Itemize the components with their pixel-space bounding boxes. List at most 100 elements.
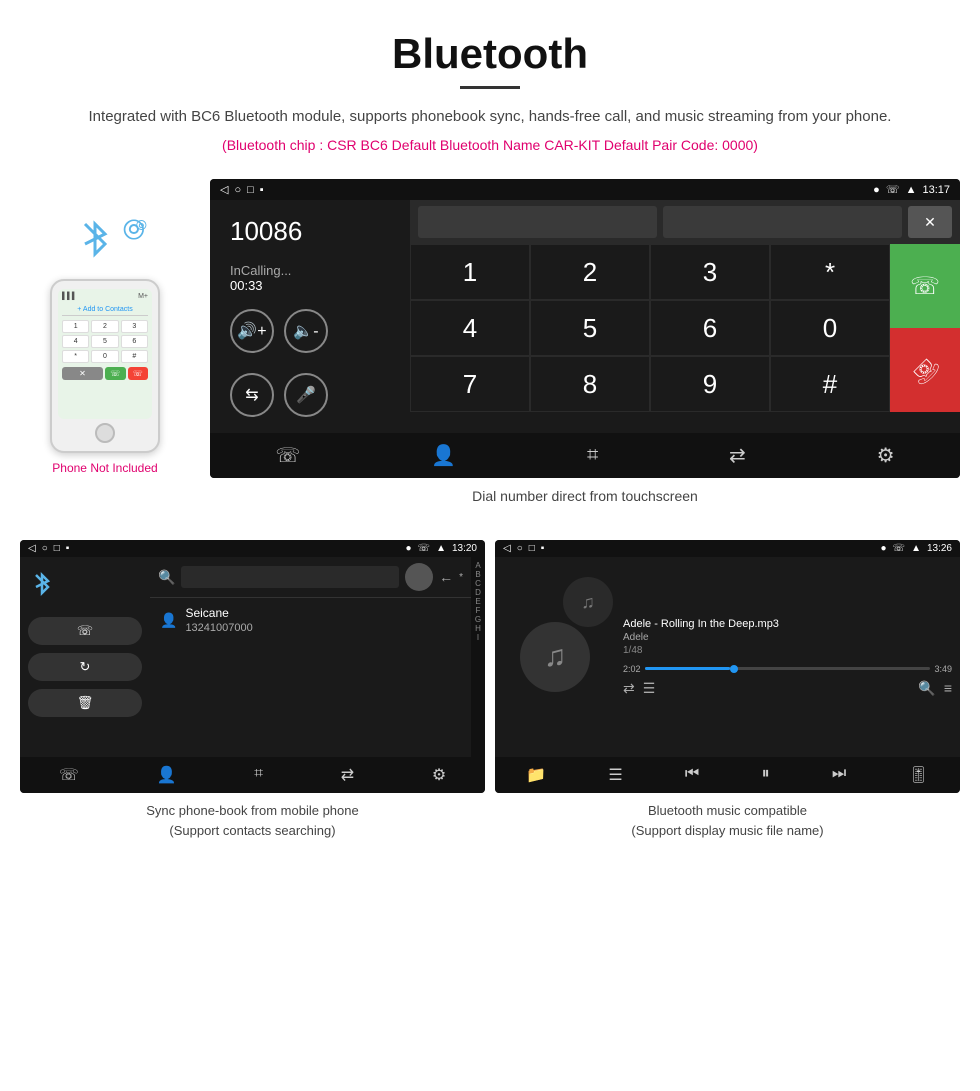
numpad-key-4[interactable]: 4 <box>410 300 530 356</box>
dial-input-row: ✕ <box>410 200 960 244</box>
phone-key-3[interactable]: 3 <box>121 320 148 333</box>
volume-up-btn[interactable]: 🔊+ <box>230 309 274 353</box>
phone-btn-call[interactable]: ☏ <box>105 367 126 380</box>
phone-key-star[interactable]: * <box>62 350 89 363</box>
numpad-key-2[interactable]: 2 <box>530 244 650 300</box>
music-more-icon[interactable]: ≡ <box>944 680 952 696</box>
toolbar-settings-icon[interactable]: ⚙ <box>877 443 895 468</box>
music-location-icon: ● <box>881 543 887 554</box>
phone-btn-gray[interactable]: ✕ <box>62 367 103 380</box>
pb-search-input[interactable] <box>181 566 399 588</box>
nav-menu-icon: ▪ <box>260 184 264 196</box>
dial-left-panel: 10086 InCalling... 00:33 🔊+ 🔈- <box>210 200 410 433</box>
dial-call-timer: 00:33 <box>230 278 390 293</box>
pb-contact-info: Seicane 13241007000 <box>185 606 252 634</box>
phone-add-contact: + Add to Contacts <box>62 304 148 316</box>
dial-input-box <box>418 206 657 238</box>
volume-down-btn[interactable]: 🔈- <box>284 309 328 353</box>
pb-delete-btn[interactable]: 🗑 <box>28 689 142 717</box>
pb-toolbar-contacts[interactable]: 👤 <box>157 765 177 785</box>
music-progress-dot <box>730 665 738 673</box>
call-actions: ☏ ☏ <box>890 244 960 412</box>
backspace-btn[interactable]: ✕ <box>908 206 952 238</box>
music-progress-fill <box>645 667 731 670</box>
music-nav-icons: ◁ ○ □ ▪ <box>503 543 544 554</box>
album-art-main: ♫ <box>520 622 590 692</box>
nav-square-icon: □ <box>247 184 254 196</box>
music-controls-row2: ⇄ ☰ 🔍 ≡ <box>623 680 952 697</box>
pb-back-icon[interactable]: ← <box>439 569 453 585</box>
pb-circle-control[interactable] <box>405 563 433 591</box>
dial-number: 10086 <box>230 216 390 247</box>
call-accept-btn[interactable]: ☏ <box>890 244 960 328</box>
music-toolbar-eq[interactable]: 🎚 <box>909 765 929 785</box>
call-accept-icon: ☏ <box>910 272 940 301</box>
music-toolbar-next[interactable]: ⏭ <box>832 765 846 785</box>
music-artist: Adele <box>623 632 952 643</box>
music-toolbar-prev[interactable]: ⏮ <box>685 765 699 785</box>
numpad-key-5[interactable]: 5 <box>530 300 650 356</box>
pb-toolbar-settings[interactable]: ⚙ <box>432 765 446 785</box>
car-screen-container: ◁ ○ □ ▪ ● ☏ ▲ 13:17 10086 InCalling... 0… <box>210 179 960 520</box>
numpad-key-1[interactable]: 1 <box>410 244 530 300</box>
music-status-right: ● ☏ ▲ 13:26 <box>881 543 953 554</box>
album-art-small: ♫ <box>563 577 613 627</box>
music-toolbar-play[interactable]: ⏸ <box>762 765 770 785</box>
numpad-key-3[interactable]: 3 <box>650 244 770 300</box>
music-home-nav: ○ <box>517 543 523 554</box>
numpad-key-hash[interactable]: # <box>770 356 890 412</box>
pb-alpha-i: I <box>477 633 479 642</box>
volume-down-icon: 🔈- <box>293 321 318 341</box>
car-status-bar: ◁ ○ □ ▪ ● ☏ ▲ 13:17 <box>210 179 960 200</box>
pb-sync-btn[interactable]: ↻ <box>28 653 142 681</box>
music-toolbar-folder[interactable]: 📁 <box>526 765 546 785</box>
numpad-key-9[interactable]: 9 <box>650 356 770 412</box>
pb-alpha-d: D <box>475 588 481 597</box>
toolbar-dialpad-icon[interactable]: ⌗ <box>587 444 598 467</box>
pb-toolbar-dialpad[interactable]: ⌗ <box>254 765 263 785</box>
phone-key-0[interactable]: 0 <box>91 350 118 363</box>
numpad-key-6[interactable]: 6 <box>650 300 770 356</box>
dial-input-box-2 <box>663 206 902 238</box>
toolbar-transfer-icon[interactable]: ⇄ <box>729 443 746 468</box>
music-album-area: ♫ ♫ <box>495 557 615 757</box>
pb-main-area: 🔍 ← * 👤 Seicane 13241007000 <box>150 557 471 757</box>
numpad-key-0[interactable]: 0 <box>770 300 890 356</box>
music-list-icon[interactable]: ☰ <box>643 680 911 697</box>
dial-controls-row2: ⇆ 🎤 <box>230 373 390 417</box>
phone-key-6[interactable]: 6 <box>121 335 148 348</box>
call-end-btn[interactable]: ☏ <box>890 328 960 412</box>
mute-btn[interactable]: 🎤 <box>284 373 328 417</box>
phone-home-button[interactable] <box>95 423 115 443</box>
music-progress-bar[interactable] <box>645 667 931 670</box>
numpad-key-7[interactable]: 7 <box>410 356 530 412</box>
bluetooth-icon <box>75 214 115 264</box>
numpad-key-star[interactable]: * <box>770 244 890 300</box>
music-search-icon[interactable]: 🔍 <box>918 680 935 697</box>
dial-content: 10086 InCalling... 00:33 🔊+ 🔈- <box>210 200 960 433</box>
pb-asterisk: * <box>459 572 463 583</box>
pb-call-btn[interactable]: ☏ <box>28 617 142 645</box>
phone-key-2[interactable]: 2 <box>91 320 118 333</box>
phone-key-1[interactable]: 1 <box>62 320 89 333</box>
music-content: ♫ ♫ Adele - Rolling In the Deep.mp3 Adel… <box>495 557 960 757</box>
transfer-btn[interactable]: ⇆ <box>230 373 274 417</box>
pb-toolbar-transfer[interactable]: ⇄ <box>341 765 354 785</box>
numpad-and-actions: 1 2 3 * 4 5 6 0 7 8 9 # <box>410 244 960 412</box>
phone-btn-end[interactable]: ☏ <box>128 367 149 380</box>
music-shuffle-icon[interactable]: ⇄ <box>623 680 635 697</box>
phone-key-4[interactable]: 4 <box>62 335 89 348</box>
phone-key-5[interactable]: 5 <box>91 335 118 348</box>
pb-contact-avatar-icon: 👤 <box>160 612 177 629</box>
pb-content: ☏ ↻ 🗑 🔍 ← * 👤 <box>20 557 485 757</box>
music-status-bar: ◁ ○ □ ▪ ● ☏ ▲ 13:26 <box>495 540 960 557</box>
pb-toolbar-phone[interactable]: ☏ <box>59 765 79 785</box>
toolbar-phone-icon[interactable]: ☏ <box>275 443 300 468</box>
page-header: Bluetooth Integrated with BC6 Bluetooth … <box>0 0 980 179</box>
toolbar-contacts-icon[interactable]: 👤 <box>431 443 456 468</box>
pb-alpha-c: C <box>475 579 481 588</box>
music-toolbar-list[interactable]: ☰ <box>608 765 622 785</box>
phone-key-hash[interactable]: # <box>121 350 148 363</box>
numpad-key-8[interactable]: 8 <box>530 356 650 412</box>
pb-bluetooth-icon <box>28 567 142 609</box>
